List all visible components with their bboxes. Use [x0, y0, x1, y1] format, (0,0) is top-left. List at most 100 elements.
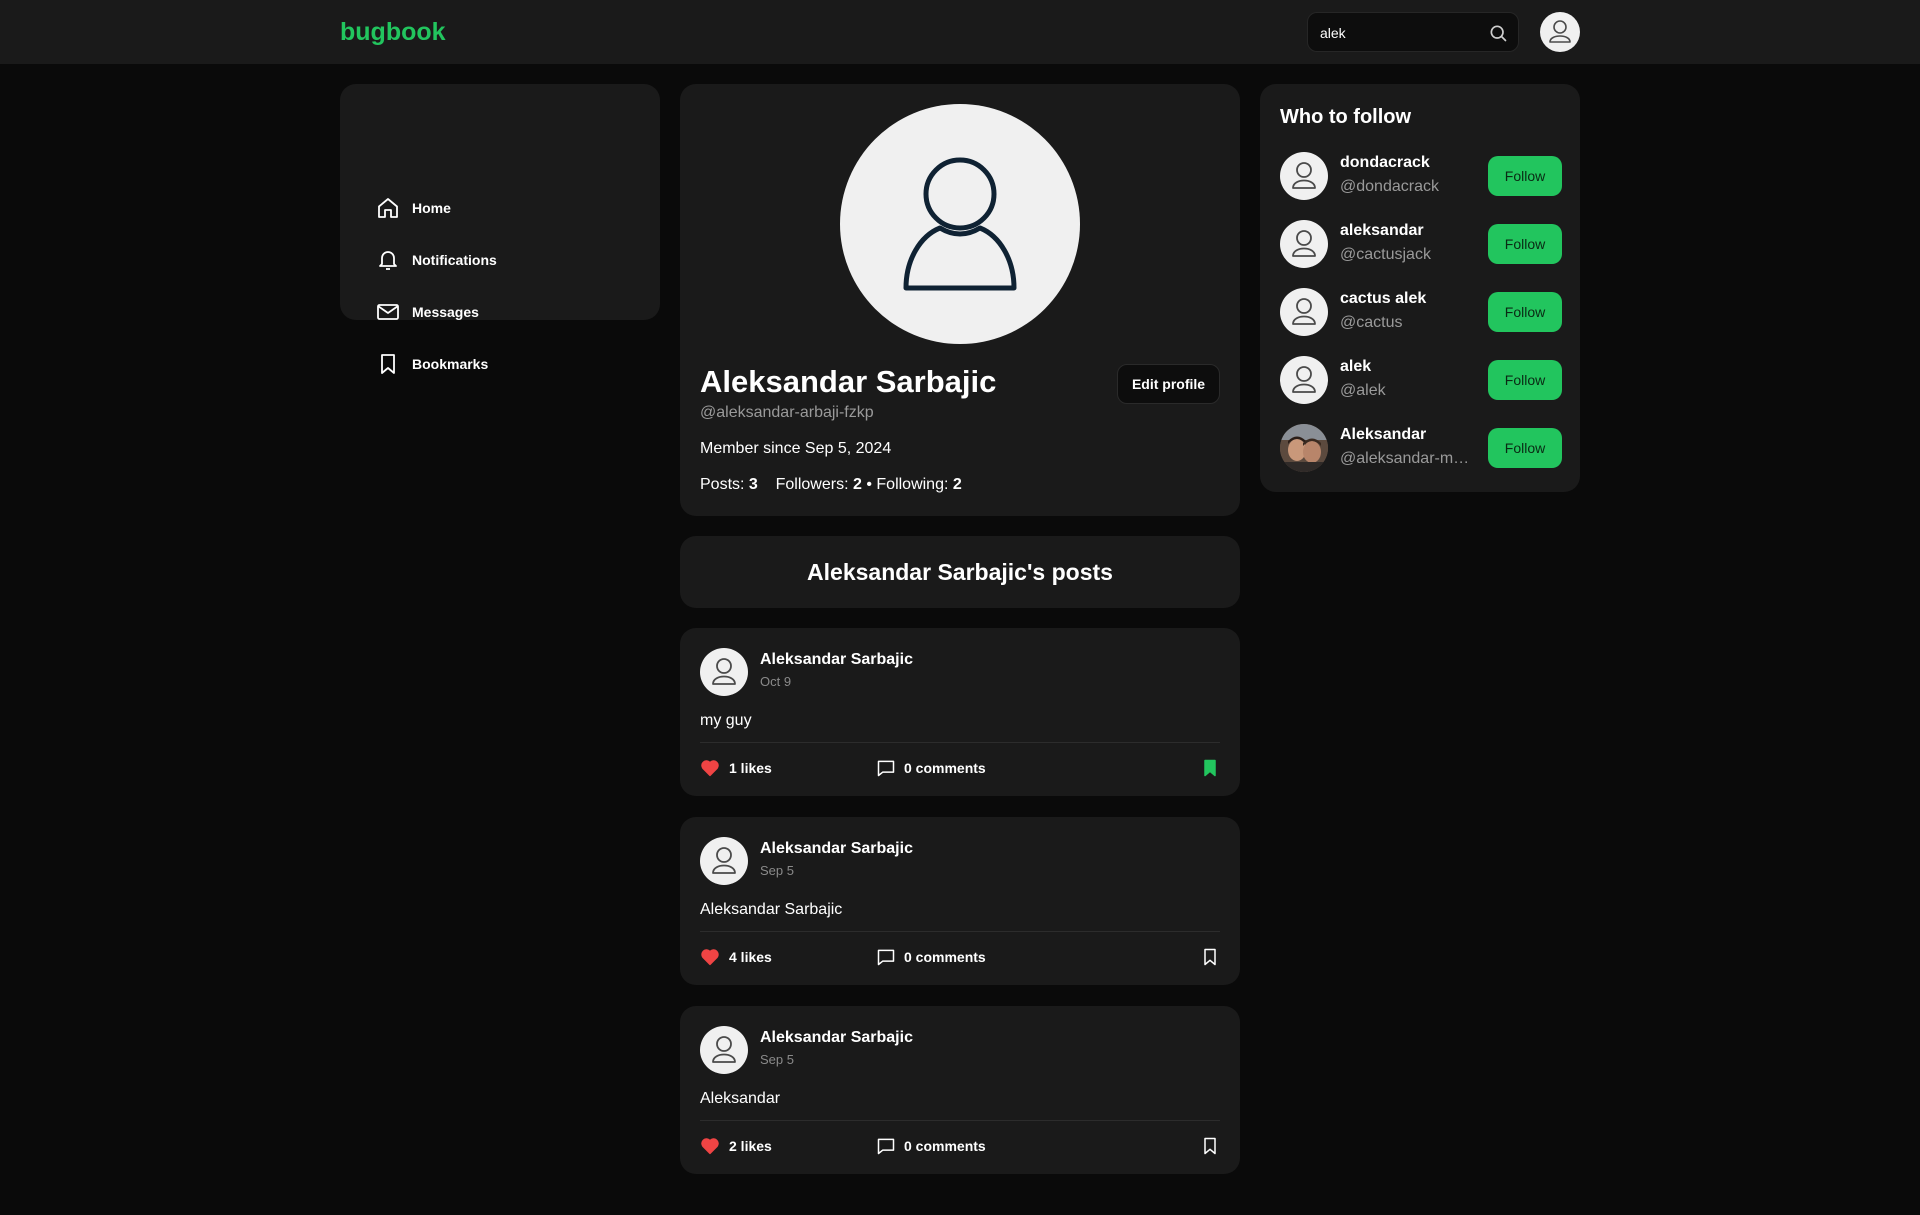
user-icon — [1292, 366, 1316, 393]
post-date[interactable]: Sep 5 — [760, 1052, 794, 1067]
user-icon — [1549, 20, 1571, 43]
edit-profile-button[interactable]: Edit profile — [1117, 364, 1220, 404]
bookmark-icon — [381, 354, 395, 374]
post-content: Aleksandar — [700, 1090, 781, 1107]
posts-label: Posts: — [700, 476, 745, 493]
comments-button[interactable]: 0 comments — [876, 945, 986, 969]
bookmark-icon[interactable] — [1200, 947, 1220, 967]
post-date[interactable]: Sep 5 — [760, 863, 794, 878]
sidebar-item-home[interactable]: Home — [376, 192, 451, 224]
post-author[interactable]: Aleksandar Sarbajic — [760, 651, 913, 669]
sidebar-item-messages[interactable]: Messages — [376, 296, 479, 328]
user-icon — [1292, 230, 1316, 257]
post-author[interactable]: Aleksandar Sarbajic — [760, 840, 913, 858]
follow-button[interactable]: Follow — [1488, 428, 1562, 468]
bell-icon — [379, 251, 397, 270]
heart-icon — [701, 760, 719, 777]
comment-count: 0 comments — [904, 760, 986, 776]
comments-button[interactable]: 0 comments — [876, 756, 986, 780]
following-count[interactable]: 2 — [953, 476, 962, 493]
home-icon — [378, 198, 398, 218]
comment-count: 0 comments — [904, 1138, 986, 1154]
suggested-user-avatar[interactable] — [1280, 220, 1328, 268]
follow-button[interactable]: Follow — [1488, 224, 1562, 264]
comments-button[interactable]: 0 comments — [876, 1134, 986, 1158]
comment-icon — [877, 760, 895, 777]
profile-card: Aleksandar Sarbajic @aleksandar-arbaji-f… — [680, 84, 1240, 516]
suggested-user-handle: @aleksandar-mx... — [1340, 450, 1472, 467]
posts-header: Aleksandar Sarbajic's posts — [680, 536, 1240, 608]
profile-avatar — [840, 104, 1080, 344]
search-box[interactable] — [1307, 12, 1519, 52]
user-icon — [1292, 298, 1316, 325]
heart-icon — [701, 949, 719, 966]
user-icon — [903, 157, 1017, 291]
post-avatar[interactable] — [700, 1026, 748, 1074]
suggested-user-handle: @dondacrack — [1340, 178, 1439, 195]
posts-count: 3 — [748, 476, 758, 493]
followers-count[interactable]: 2 — [853, 476, 862, 493]
suggested-user-name[interactable]: cactus alek — [1340, 290, 1426, 308]
suggested-user: aleksandar @cactusjack Follow — [1280, 220, 1562, 268]
suggested-user: alek @alek Follow — [1280, 356, 1562, 404]
like-button[interactable]: 1 likes — [700, 756, 772, 780]
suggested-user-avatar[interactable] — [1280, 356, 1328, 404]
heart-icon — [701, 1138, 719, 1155]
suggested-user-name[interactable]: aleksandar — [1340, 222, 1424, 240]
post-avatar[interactable] — [700, 648, 748, 696]
mail-icon — [377, 304, 399, 320]
like-count: 4 likes — [729, 949, 772, 965]
suggested-user-name[interactable]: dondacrack — [1340, 154, 1430, 172]
followers-label[interactable]: Followers: — [776, 476, 849, 493]
suggested-user-avatar[interactable] — [1280, 288, 1328, 336]
post-divider — [700, 1120, 1220, 1121]
photo-avatar-icon — [1280, 424, 1328, 472]
bugbook-logo[interactable]: bugbook — [340, 18, 446, 47]
suggested-user-name[interactable]: Aleksandar — [1340, 426, 1426, 444]
post-card: Aleksandar Sarbajic Oct 9 my guy 1 likes… — [680, 628, 1240, 796]
posts-title: Aleksandar Sarbajic's posts — [807, 558, 1113, 585]
sidebar-item-bookmarks[interactable]: Bookmarks — [376, 348, 488, 380]
sidebar-item-label: Messages — [412, 304, 479, 320]
profile-stats: Posts: 3 Followers: 2 • Following: 2 — [700, 476, 962, 494]
suggested-user-handle: @alek — [1340, 382, 1386, 399]
suggested-user-avatar-photo[interactable] — [1280, 424, 1328, 472]
bookmark-icon[interactable] — [1200, 758, 1220, 778]
bookmark-icon[interactable] — [1200, 1136, 1220, 1156]
suggested-user: dondacrack @dondacrack Follow — [1280, 152, 1562, 200]
user-icon — [712, 847, 736, 874]
post-content: my guy — [700, 712, 752, 729]
suggested-user-name[interactable]: alek — [1340, 358, 1371, 376]
post-divider — [700, 742, 1220, 743]
suggested-user: Aleksandar @aleksandar-mx... Follow — [1280, 424, 1562, 472]
member-since: Member since Sep 5, 2024 — [700, 440, 892, 457]
post-card: Aleksandar Sarbajic Sep 5 Aleksandar Sar… — [680, 817, 1240, 985]
sidebar-item-notifications[interactable]: Notifications — [376, 244, 497, 276]
sidebar-item-label: Home — [412, 200, 451, 216]
post-author[interactable]: Aleksandar Sarbajic — [760, 1029, 913, 1047]
user-icon — [1292, 162, 1316, 189]
follow-button[interactable]: Follow — [1488, 360, 1562, 400]
profile-name: Aleksandar Sarbajic — [700, 364, 997, 399]
search-input[interactable] — [1320, 22, 1480, 44]
search-icon[interactable] — [1488, 23, 1508, 43]
user-icon — [712, 1036, 736, 1063]
like-button[interactable]: 4 likes — [700, 945, 772, 969]
user-avatar-button[interactable] — [1540, 12, 1580, 52]
who-to-follow-panel: Who to follow dondacrack @dondacrack Fol… — [1260, 84, 1580, 492]
post-avatar[interactable] — [700, 837, 748, 885]
like-count: 1 likes — [729, 760, 772, 776]
suggested-user-handle: @cactus — [1340, 314, 1403, 331]
post-content: Aleksandar Sarbajic — [700, 901, 843, 918]
like-count: 2 likes — [729, 1138, 772, 1154]
sidebar-item-label: Bookmarks — [412, 356, 489, 372]
following-label[interactable]: Following: — [876, 476, 948, 493]
follow-button[interactable]: Follow — [1488, 292, 1562, 332]
like-button[interactable]: 2 likes — [700, 1134, 772, 1158]
sidebar-item-label: Notifications — [412, 252, 497, 268]
suggested-user-avatar[interactable] — [1280, 152, 1328, 200]
suggested-user-handle: @cactusjack — [1340, 246, 1431, 263]
comment-icon — [877, 949, 895, 966]
post-date[interactable]: Oct 9 — [760, 674, 791, 689]
follow-button[interactable]: Follow — [1488, 156, 1562, 196]
